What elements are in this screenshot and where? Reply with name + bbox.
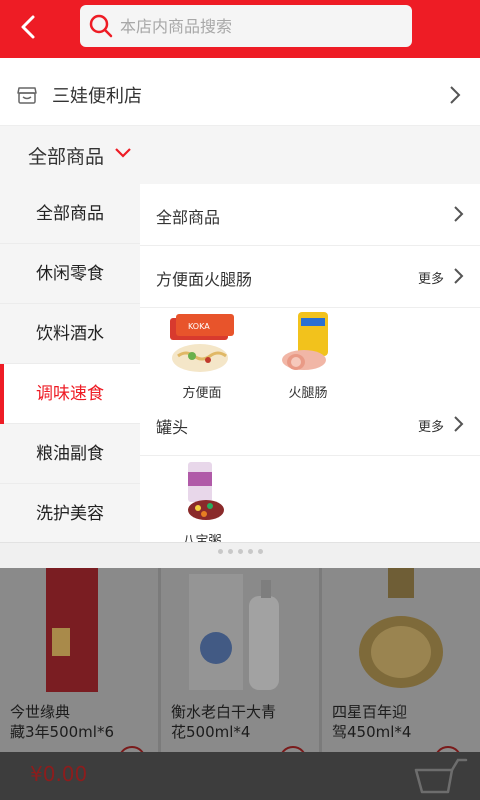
sidebar-item-snacks[interactable]: 休闲零食 bbox=[0, 244, 140, 304]
product-image bbox=[359, 568, 443, 688]
cart-total-price: ¥0.00 bbox=[30, 762, 88, 786]
back-arrow-icon[interactable] bbox=[14, 12, 44, 42]
store-name: 三娃便利店 bbox=[52, 86, 142, 107]
handle-dot bbox=[228, 549, 233, 554]
product-image bbox=[46, 568, 98, 692]
handle-dot bbox=[258, 549, 263, 554]
product-image bbox=[189, 574, 279, 690]
handle-dot bbox=[248, 549, 253, 554]
ham-sausage-image bbox=[282, 312, 328, 370]
handle-dot bbox=[238, 549, 243, 554]
category-sidebar: 全部商品 休闲零食 饮料酒水 调味速食 粮油副食 洗护美容 bbox=[0, 184, 140, 544]
category-selector-label: 全部商品 bbox=[28, 146, 105, 168]
shopping-cart-icon[interactable] bbox=[410, 756, 470, 800]
sidebar-item-seasoning[interactable]: 调味速食 bbox=[0, 364, 140, 424]
search-icon bbox=[89, 14, 113, 38]
top-header bbox=[0, 0, 480, 58]
product-title: 今世缘典 藏3年500ml*6 bbox=[10, 703, 114, 741]
store-icon bbox=[17, 87, 37, 104]
more-link[interactable]: 更多 bbox=[418, 268, 444, 287]
cart-bar: ¥0.00 bbox=[0, 752, 480, 800]
chevron-down-icon bbox=[115, 148, 131, 158]
all-products-label: 全部商品 bbox=[156, 208, 221, 227]
store-row[interactable]: 三娃便利店 bbox=[0, 64, 480, 126]
category-selector[interactable]: 全部商品 bbox=[0, 126, 480, 184]
drawer-handle[interactable] bbox=[0, 542, 480, 568]
chevron-right-icon bbox=[454, 206, 464, 222]
product-ham-sausage[interactable]: 火腿肠 bbox=[268, 312, 348, 401]
section-title: 方便面火腿肠 bbox=[156, 270, 253, 289]
subcategory-panel: 全部商品 方便面火腿肠 更多 KOKA 方便面 火腿肠 罐头 更多 八宝粥 bbox=[140, 184, 480, 542]
chevron-right-icon[interactable] bbox=[452, 414, 466, 434]
product-title: 衡水老白干大青 花500ml*4 bbox=[171, 703, 277, 741]
svg-text:KOKA: KOKA bbox=[188, 322, 210, 331]
product-eight-treasure-porridge[interactable]: 八宝粥 bbox=[162, 460, 242, 542]
product-title: 四星百年迎 驾450ml*4 bbox=[332, 703, 412, 741]
chevron-right-icon bbox=[450, 86, 461, 104]
porridge-can-image bbox=[188, 462, 224, 520]
sidebar-item-grain-oil[interactable]: 粮油副食 bbox=[0, 424, 140, 484]
section-header: 方便面火腿肠 更多 bbox=[140, 246, 480, 308]
more-link[interactable]: 更多 bbox=[418, 416, 444, 435]
all-products-row[interactable]: 全部商品 bbox=[140, 184, 480, 246]
handle-dot bbox=[218, 549, 223, 554]
section-header: 罐头 更多 bbox=[140, 394, 480, 456]
search-input[interactable] bbox=[120, 5, 400, 47]
search-box[interactable] bbox=[80, 5, 412, 47]
sidebar-item-drinks[interactable]: 饮料酒水 bbox=[0, 304, 140, 364]
chevron-right-icon[interactable] bbox=[452, 266, 466, 286]
section-title: 罐头 bbox=[156, 418, 189, 437]
product-label: 八宝粥 bbox=[182, 534, 222, 542]
sidebar-item-all[interactable]: 全部商品 bbox=[0, 184, 140, 244]
product-instant-noodles[interactable]: KOKA 方便面 bbox=[162, 312, 242, 401]
instant-noodles-image: KOKA bbox=[170, 314, 234, 372]
sidebar-item-care-beauty[interactable]: 洗护美容 bbox=[0, 484, 140, 544]
